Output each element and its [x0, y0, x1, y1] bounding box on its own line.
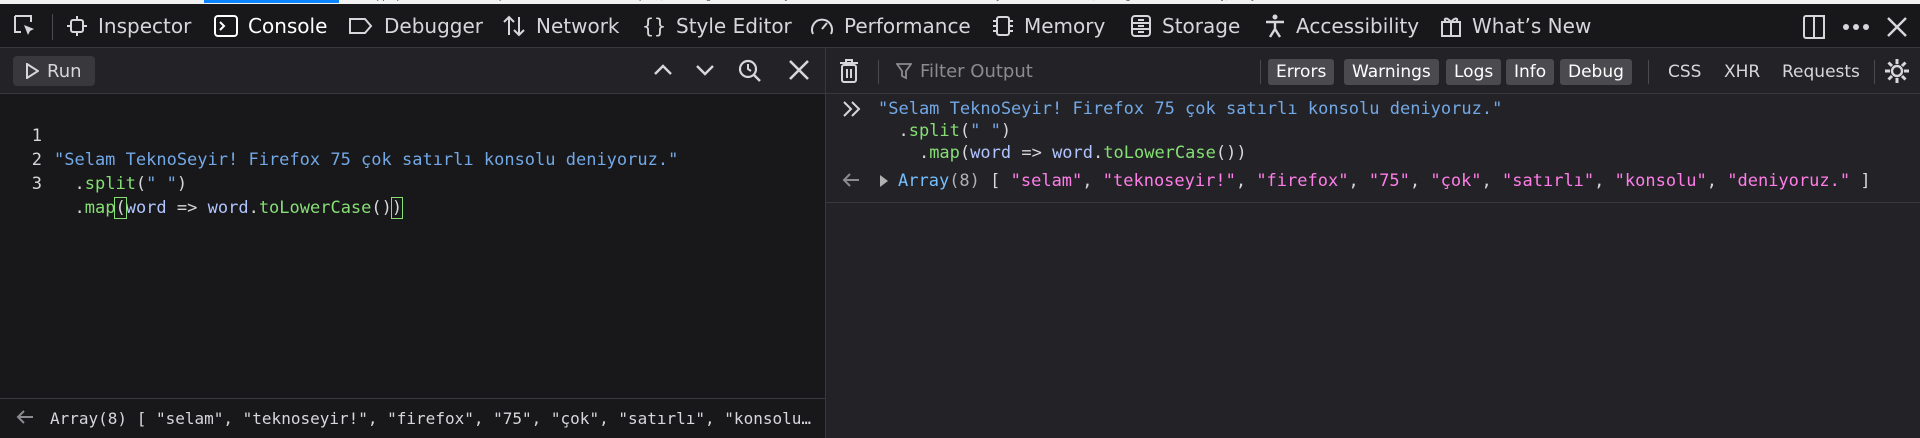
console-icon [214, 15, 238, 37]
filter-placeholder: Filter Output [920, 60, 1033, 82]
tab-style-editor[interactable]: {} Style Editor [642, 4, 792, 48]
input-line: .map(word => word.toLowerCase()) [878, 143, 1247, 163]
tab-accessibility[interactable]: Accessibility [1264, 4, 1419, 48]
settings-gear-icon[interactable] [1884, 58, 1910, 88]
tab-label: Console [248, 14, 328, 38]
code-line-text: "Selam TeknoSeyir! Firefox 75 çok satırl… [54, 150, 679, 170]
memory-icon [992, 14, 1014, 38]
run-button[interactable]: Run [13, 56, 95, 86]
filter-output-field[interactable]: Filter Output [896, 48, 1033, 94]
accessibility-icon [1264, 14, 1286, 38]
expand-triangle-icon[interactable] [878, 173, 890, 193]
tab-debugger[interactable]: Debugger [348, 4, 483, 48]
input-code: "Selam TeknoSeyir! Firefox 75 çok satırl… [878, 98, 1502, 164]
array-type: Array [898, 171, 950, 191]
gift-icon [1440, 14, 1462, 38]
filter-logs-button[interactable]: Logs [1446, 59, 1502, 85]
filter-xhr-button[interactable]: XHR [1724, 59, 1760, 85]
tab-memory[interactable]: Memory [992, 4, 1105, 48]
code-line-text: .map(word => word.toLowerCase()) [74, 197, 404, 219]
filter-requests-button[interactable]: Requests [1782, 59, 1860, 85]
clear-console-icon[interactable] [838, 58, 860, 88]
close-editor-icon[interactable] [788, 59, 810, 85]
element-picker-icon[interactable] [12, 13, 38, 43]
tab-label: Accessibility [1296, 14, 1420, 38]
code-area[interactable]: 1 "Selam TeknoSeyir! Firefox 75 çok satı… [0, 100, 679, 219]
filter-warnings-button[interactable]: Warnings [1344, 59, 1439, 85]
tab-label: What’s New [1472, 14, 1592, 38]
tab-label: Debugger [384, 14, 483, 38]
message-divider [826, 202, 1920, 203]
multiline-editor[interactable]: Run 1 "Selam TeknoSeyir! Firefox 75 çok … [0, 48, 826, 438]
filter-debug-button[interactable]: Debug [1560, 59, 1632, 85]
tab-performance[interactable]: Performance [810, 4, 971, 48]
input-prompt-icon [842, 100, 862, 124]
tab-label: Memory [1024, 14, 1106, 38]
code-line: 1 "Selam TeknoSeyir! Firefox 75 çok satı… [0, 100, 679, 170]
array-item: "deniyoruz." [1727, 171, 1851, 191]
performance-icon [810, 15, 834, 37]
line-number: 3 [31, 174, 42, 194]
network-icon [502, 14, 526, 38]
array-count: (8) [949, 171, 980, 191]
toolbar-separator [1260, 60, 1261, 84]
filter-icon [896, 62, 912, 80]
inspector-icon [66, 15, 88, 37]
tab-label: Storage [1162, 14, 1241, 38]
toolbar-separator [1874, 60, 1875, 84]
result-value: Array(8) [ "selam", "teknoseyir!", "fire… [898, 171, 1871, 191]
svg-text:{}: {} [642, 14, 666, 38]
array-item: "teknoseyir!" [1102, 171, 1236, 191]
tab-label: Network [536, 14, 620, 38]
toolbar-separator [1648, 60, 1649, 84]
tab-label: Performance [844, 14, 971, 38]
code-line-text: .split(" ") [74, 174, 188, 194]
filter-errors-button[interactable]: Errors [1268, 59, 1335, 85]
history-up-icon[interactable] [652, 59, 674, 85]
run-label: Run [47, 60, 82, 82]
tabbar-separator [52, 14, 53, 40]
array-item: "satırlı" [1502, 171, 1595, 191]
devtools-tabbar: Inspector Console Debugger Network {} St… [0, 0, 1920, 48]
debugger-icon [348, 16, 374, 36]
eager-evaluation-result: Array(8) [ "selam", "teknoseyir!", "fire… [0, 398, 825, 438]
history-down-icon[interactable] [694, 59, 716, 85]
console-result-message[interactable]: Array(8) [ "selam", "teknoseyir!", "fire… [826, 168, 1920, 198]
array-item: "firefox" [1256, 171, 1349, 191]
tab-storage[interactable]: Storage [1130, 4, 1240, 48]
code-line: 2 .split(" ") [0, 124, 187, 194]
result-arrow-icon [16, 409, 34, 429]
tab-network[interactable]: Network [502, 4, 620, 48]
more-options-icon[interactable] [1842, 18, 1870, 40]
code-line: 3 .map(word => word.toLowerCase()) [0, 148, 404, 219]
result-arrow-icon [842, 172, 860, 193]
reverse-search-icon[interactable] [738, 59, 762, 87]
array-item: "selam" [1010, 171, 1083, 191]
filter-info-button[interactable]: Info [1506, 59, 1555, 85]
tab-label: Inspector [98, 14, 192, 38]
tab-label: Style Editor [676, 14, 792, 38]
console-output-pane: Filter Output Errors Warnings Logs Info … [826, 48, 1920, 438]
array-item: "çok" [1430, 171, 1482, 191]
editor-toolbar: Run [0, 48, 825, 94]
play-icon [25, 63, 39, 79]
close-devtools-icon[interactable] [1886, 16, 1908, 42]
input-line: .split(" ") [878, 121, 1012, 141]
tab-whats-new[interactable]: What’s New [1440, 4, 1591, 48]
array-item: "75" [1368, 171, 1410, 191]
array-item: "konsolu" [1614, 171, 1707, 191]
eager-result-text: Array(8) [ "selam", "teknoseyir!", "fire… [50, 409, 820, 428]
tab-inspector[interactable]: Inspector [66, 4, 191, 48]
input-line: "Selam TeknoSeyir! Firefox 75 çok satırl… [878, 99, 1503, 119]
tab-console[interactable]: Console [203, 0, 340, 48]
filter-css-button[interactable]: CSS [1668, 59, 1701, 85]
dock-side-icon[interactable] [1802, 14, 1826, 44]
toolbar-separator [878, 60, 879, 84]
console-toolbar: Filter Output Errors Warnings Logs Info … [826, 48, 1920, 94]
style-editor-icon: {} [642, 14, 666, 38]
storage-icon [1130, 14, 1152, 38]
